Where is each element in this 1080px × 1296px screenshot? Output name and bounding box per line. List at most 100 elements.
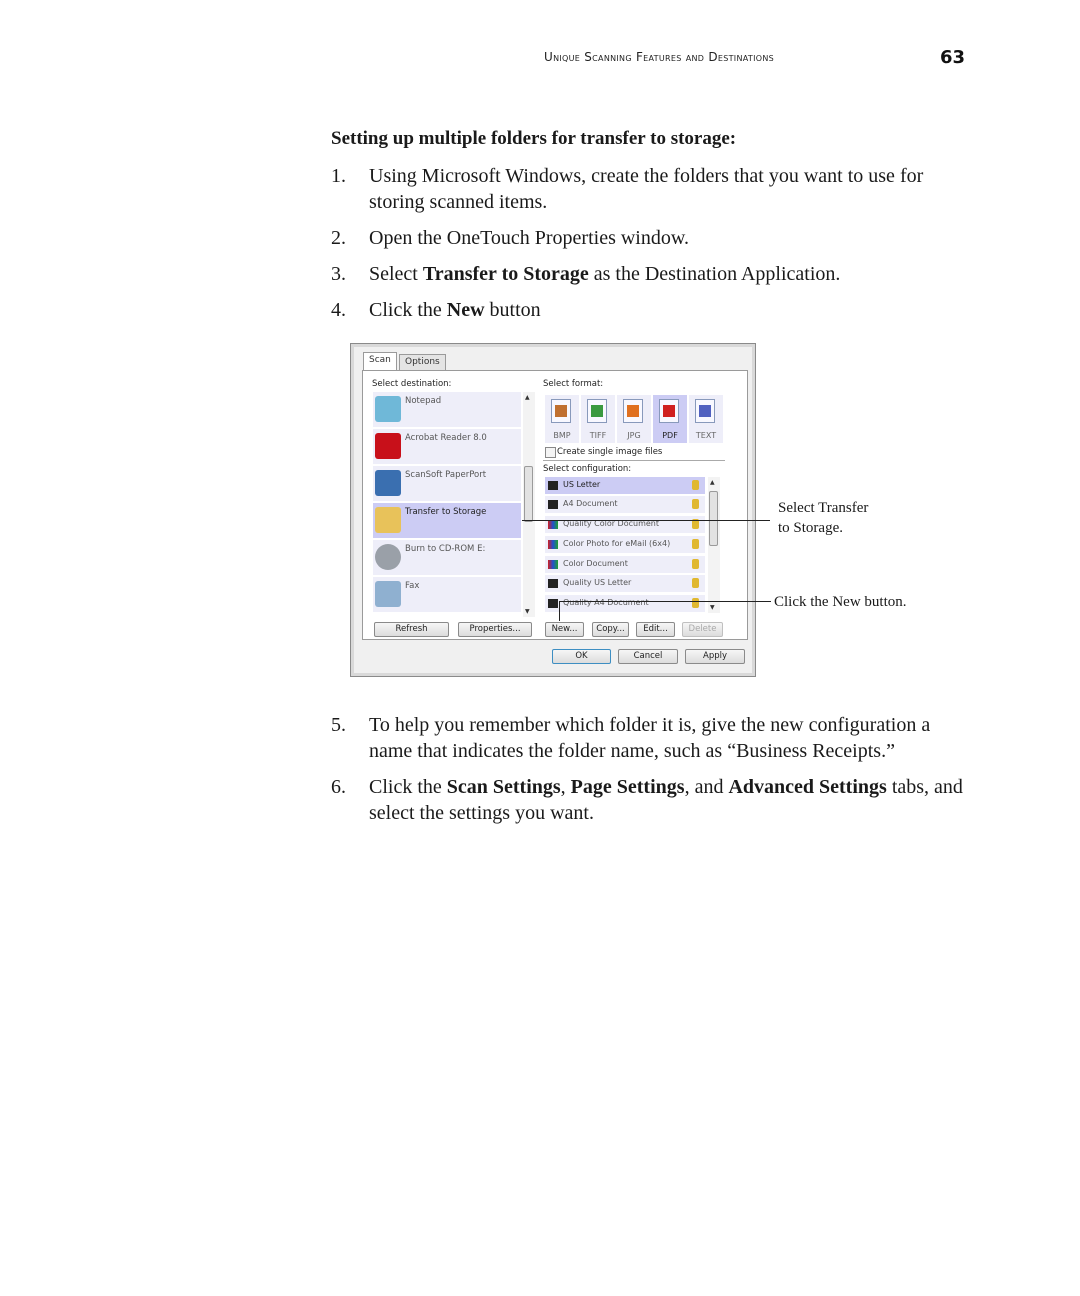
select-destination-label: Select destination:: [372, 379, 452, 389]
divider: [543, 460, 725, 461]
destination-name: Burn to CD-ROM E:: [405, 544, 486, 554]
step-text-plain: Click the: [369, 776, 447, 798]
format-name: BMP: [553, 431, 571, 440]
destination-name: Fax: [405, 581, 420, 591]
destination-name: Notepad: [405, 396, 442, 406]
configuration-name: Quality A4 Document: [563, 598, 649, 607]
step-1: 1. Using Microsoft Windows, create the f…: [331, 163, 971, 215]
step-text: Using Microsoft Windows, create the fold…: [369, 165, 924, 213]
configuration-item[interactable]: US Letter: [545, 477, 705, 494]
fax-icon: [375, 581, 401, 607]
destination-item-fax[interactable]: Fax: [373, 577, 521, 612]
destination-name: ScanSoft PaperPort: [405, 470, 487, 480]
destination-item-notepad[interactable]: Notepad: [373, 392, 521, 427]
cd-rom-icon: [375, 544, 401, 570]
step-text: Select Transfer to Storage as the Destin…: [369, 261, 971, 287]
apply-button[interactable]: Apply: [685, 649, 745, 664]
edit-button[interactable]: Edit...: [636, 622, 675, 637]
configuration-item[interactable]: Color Photo for eMail (6x4): [545, 536, 705, 553]
step-number: 6.: [331, 776, 346, 798]
step-text: To help you remember which folder it is,…: [369, 714, 931, 762]
tab-scan[interactable]: Scan: [363, 352, 397, 370]
format-name: TIFF: [589, 431, 607, 440]
format-text[interactable]: TEXT: [689, 395, 723, 443]
scrollbar-thumb[interactable]: [524, 466, 533, 522]
new-button[interactable]: New...: [545, 622, 584, 637]
running-head: Unique Scanning Features and Destination…: [544, 50, 774, 64]
scroll-down-arrow-icon[interactable]: ▼: [710, 604, 715, 611]
format-name: TEXT: [695, 431, 717, 440]
delete-button[interactable]: Delete: [682, 622, 723, 637]
step-text-plain: as the Destination Application.: [588, 263, 841, 285]
step-5: 5. To help you remember which folder it …: [331, 712, 971, 764]
step-3: 3. Select Transfer to Storage as the Des…: [331, 261, 971, 287]
step-text-plain: button: [484, 299, 541, 321]
configuration-name: A4 Document: [563, 499, 618, 508]
configuration-item[interactable]: Quality Color Document: [545, 516, 705, 533]
select-configuration-label: Select configuration:: [543, 464, 632, 474]
destination-item-paperport[interactable]: ScanSoft PaperPort: [373, 466, 521, 501]
single-image-checkbox[interactable]: [545, 447, 556, 458]
lock-icon: [692, 559, 699, 569]
callout-line-transfer: [522, 520, 770, 521]
step-text-bold: Scan Settings: [446, 776, 561, 798]
step-text-bold: Advanced Settings: [728, 776, 887, 798]
callout-text: Select Transfer: [778, 500, 869, 516]
pdf-icon: [659, 399, 679, 423]
destination-scrollbar[interactable]: ▲ ▼: [523, 392, 535, 617]
step-text-bold: Transfer to Storage: [422, 263, 589, 285]
step-number: 5.: [331, 714, 346, 736]
configuration-name: US Letter: [563, 480, 601, 489]
jpg-icon: [623, 399, 643, 423]
color-config-icon: [548, 520, 558, 529]
step-text-bold: New: [446, 299, 485, 321]
text-icon: [695, 399, 715, 423]
step-number: 1.: [331, 165, 346, 187]
format-pdf[interactable]: PDF: [653, 395, 687, 443]
scroll-up-arrow-icon[interactable]: ▲: [525, 394, 530, 401]
bw-config-icon: [548, 481, 558, 490]
refresh-button[interactable]: Refresh: [374, 622, 449, 637]
destination-item-transfer-to-storage[interactable]: Transfer to Storage: [373, 503, 521, 538]
destination-name: Transfer to Storage: [405, 507, 487, 517]
configuration-item[interactable]: A4 Document: [545, 496, 705, 513]
step-number: 3.: [331, 263, 346, 285]
select-format-label: Select format:: [543, 379, 604, 389]
tab-options[interactable]: Options: [399, 354, 446, 370]
format-jpg[interactable]: JPG: [617, 395, 651, 443]
bw-config-icon: [548, 579, 558, 588]
lock-icon: [692, 480, 699, 490]
configuration-name: Quality US Letter: [563, 578, 632, 587]
configuration-item[interactable]: Quality US Letter: [545, 575, 705, 592]
scrollbar-thumb[interactable]: [709, 491, 718, 546]
step-4: 4. Click the New button: [331, 297, 971, 323]
ok-button[interactable]: OK: [552, 649, 611, 664]
cancel-button[interactable]: Cancel: [618, 649, 678, 664]
format-bmp[interactable]: BMP: [545, 395, 579, 443]
step-text-plain: Click the: [369, 299, 447, 321]
properties-button[interactable]: Properties...: [458, 622, 532, 637]
format-tiff[interactable]: TIFF: [581, 395, 615, 443]
callout-line-new: [559, 601, 771, 602]
page-number: 63: [940, 47, 966, 68]
tiff-icon: [587, 399, 607, 423]
bmp-icon: [551, 399, 571, 423]
notepad-icon: [375, 396, 401, 422]
copy-button[interactable]: Copy...: [592, 622, 629, 637]
single-image-checkbox-label: Create single image files: [557, 447, 663, 457]
section-heading: Setting up multiple folders for transfer…: [331, 128, 737, 149]
step-text-plain: , and: [684, 776, 729, 798]
scan-panel: Select destination: Notepad Acrobat Read…: [362, 370, 748, 640]
lock-icon: [692, 598, 699, 608]
configuration-item[interactable]: Quality A4 Document: [545, 595, 705, 612]
step-text: Click the Scan Settings, Page Settings, …: [369, 774, 971, 826]
configuration-scrollbar[interactable]: ▲ ▼: [708, 477, 720, 613]
destination-item-acrobat[interactable]: Acrobat Reader 8.0: [373, 429, 521, 464]
format-name: JPG: [627, 431, 641, 440]
scroll-up-arrow-icon[interactable]: ▲: [710, 479, 715, 486]
scroll-down-arrow-icon[interactable]: ▼: [525, 608, 530, 615]
destination-item-burn-cd[interactable]: Burn to CD-ROM E:: [373, 540, 521, 575]
bw-config-icon: [548, 599, 558, 608]
step-text-plain: Select: [369, 263, 423, 285]
configuration-item[interactable]: Color Document: [545, 556, 705, 573]
